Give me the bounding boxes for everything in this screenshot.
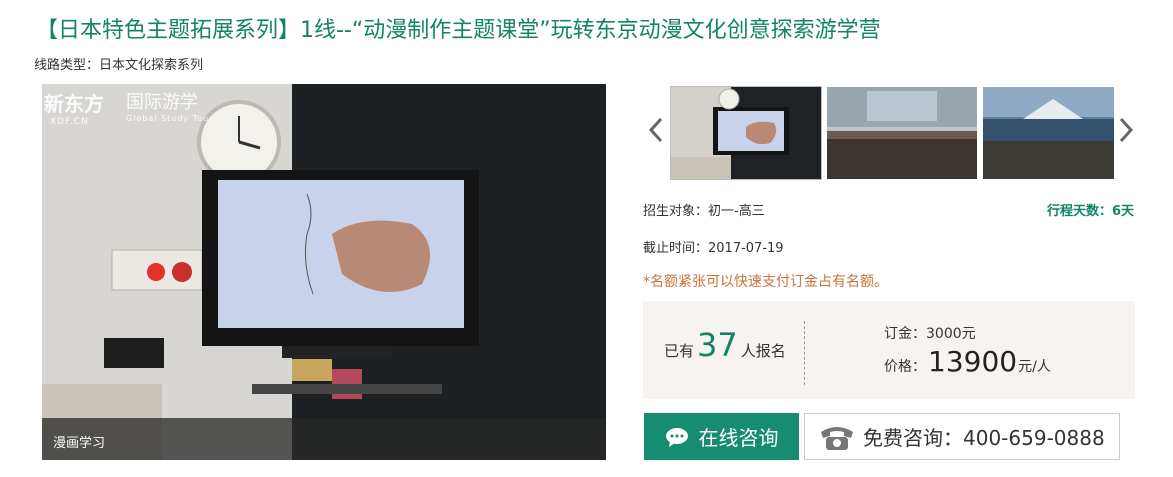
thumbnail-3-illustration bbox=[983, 87, 1114, 179]
thumbnail-1[interactable] bbox=[670, 86, 822, 180]
thumbnail-2[interactable] bbox=[827, 87, 977, 179]
trip-days: 行程天数：6天 bbox=[1046, 204, 1134, 219]
caption-bar: 漫画学习 bbox=[42, 418, 606, 460]
chevron-right-icon bbox=[1119, 117, 1133, 143]
price: 价格： 13900 元/人 bbox=[884, 345, 1051, 378]
signed-prefix: 已有 bbox=[664, 342, 695, 360]
free-consult-label: 免费咨询：400-659-0888 bbox=[863, 426, 1105, 450]
online-consult-button[interactable]: 在线咨询 bbox=[644, 413, 799, 460]
online-consult-label: 在线咨询 bbox=[698, 426, 779, 450]
logo-division-block: 国际游学 Global Study Tour bbox=[126, 88, 213, 123]
logo-brand: 新东方 bbox=[44, 92, 104, 116]
route-type: 线路类型：日本文化探索系列 bbox=[34, 58, 204, 73]
thumbnail-3[interactable] bbox=[983, 87, 1114, 179]
enrollment-target: 招生对象：初一-高三 bbox=[643, 204, 765, 219]
price-value: 13900 bbox=[928, 345, 1018, 378]
page-title: 【日本特色主题拓展系列】1线--“动漫制作主题课堂”玩转东京动漫文化创意探索游学… bbox=[36, 18, 881, 43]
free-consult-phone[interactable]: 免费咨询：400-659-0888 bbox=[804, 413, 1120, 460]
photo-caption: 漫画学习 bbox=[53, 436, 106, 451]
brand-logo: 新东方 XDF.CN 国际游学 Global Study Tour bbox=[44, 88, 212, 127]
logo-division: 国际游学 bbox=[126, 92, 198, 113]
carousel-prev-button[interactable] bbox=[646, 110, 666, 150]
deposit-notice: *名额紧张可以快速支付订金占有名额。 bbox=[643, 274, 888, 290]
main-photo: 新东方 XDF.CN 国际游学 Global Study Tour 漫画学习 bbox=[42, 84, 606, 460]
chat-bubble-icon bbox=[665, 427, 688, 447]
carousel-next-button[interactable] bbox=[1116, 110, 1136, 150]
main-photo-illustration bbox=[42, 84, 606, 460]
price-box: 已有 37 人报名 订金：3000元 价格： 13900 元/人 bbox=[643, 301, 1135, 399]
logo-division-en: Global Study Tour bbox=[126, 114, 214, 123]
signed-suffix: 人报名 bbox=[740, 342, 786, 360]
thumbnail-1-illustration bbox=[671, 87, 821, 179]
signed-up-count: 已有 37 人报名 bbox=[664, 329, 786, 361]
logo-domain: XDF.CN bbox=[50, 117, 89, 127]
signed-count: 37 bbox=[697, 326, 738, 364]
price-label: 价格： bbox=[884, 359, 926, 375]
deposit-amount: 订金：3000元 bbox=[884, 326, 976, 342]
price-box-divider bbox=[804, 321, 805, 385]
chevron-left-icon bbox=[649, 117, 663, 143]
price-unit: 元/人 bbox=[1018, 359, 1051, 375]
thumbnail-2-illustration bbox=[827, 87, 977, 179]
deadline: 截止时间：2017-07-19 bbox=[643, 241, 784, 256]
telephone-icon bbox=[821, 426, 853, 450]
